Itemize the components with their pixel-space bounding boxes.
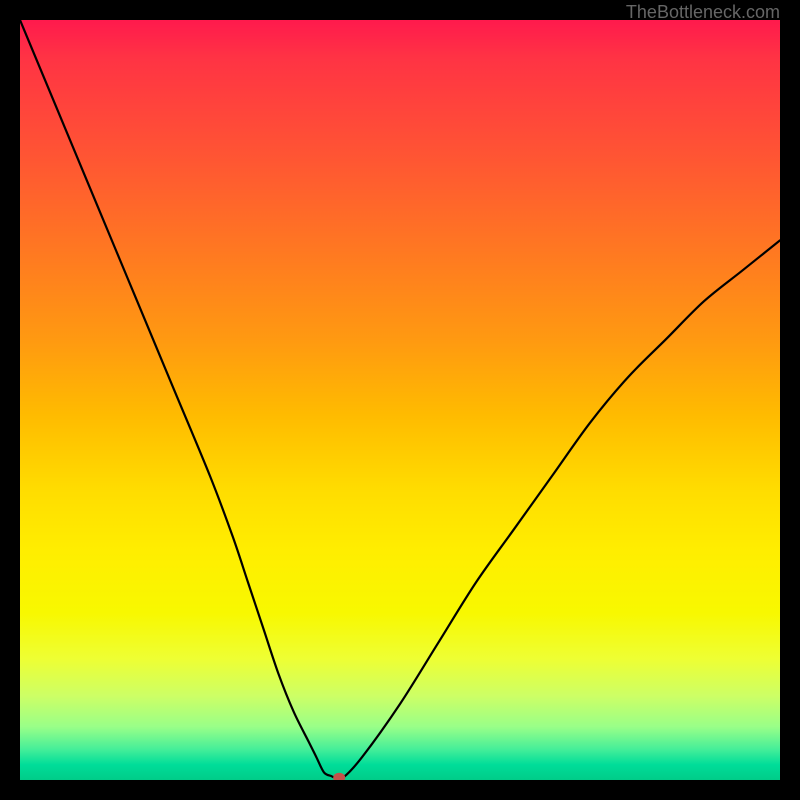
plot-area [20, 20, 780, 780]
bottleneck-curve [20, 20, 780, 779]
optimal-point-marker [333, 773, 345, 780]
chart-container: TheBottleneck.com [0, 0, 800, 800]
watermark-text: TheBottleneck.com [626, 2, 780, 23]
curve-svg [20, 20, 780, 780]
